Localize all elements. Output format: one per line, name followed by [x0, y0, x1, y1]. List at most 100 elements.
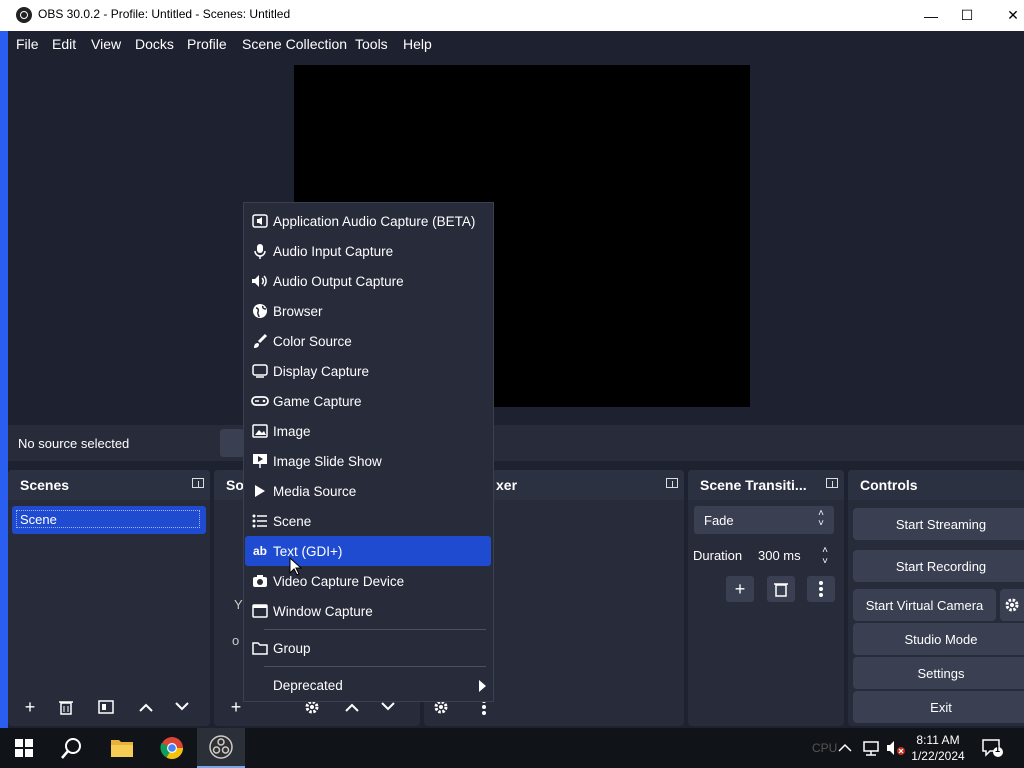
add-source-context-menu: Application Audio Capture (BETA) Audio I… [243, 202, 494, 702]
menu-scene-collection[interactable]: Scene Collection [242, 36, 347, 52]
gear-icon [1005, 598, 1019, 612]
menu-item-color-source[interactable]: Color Source [245, 326, 492, 356]
menu-separator [264, 666, 486, 667]
clock[interactable]: 8:11 AM 1/22/2024 [906, 732, 970, 768]
volume-muted-icon [887, 741, 905, 755]
volume-button[interactable] [886, 728, 906, 768]
submenu-arrow-icon [479, 679, 486, 695]
action-center-button[interactable]: 1 [982, 728, 1004, 768]
menu-item-image[interactable]: Image [245, 416, 492, 446]
menu-item-window-capture[interactable]: Window Capture [245, 596, 492, 626]
trash-icon [774, 583, 788, 597]
obs-taskbar-button[interactable] [197, 728, 245, 768]
sources-hint-text-2: o [232, 633, 240, 648]
start-streaming-button[interactable]: Start Streaming [853, 508, 1024, 540]
spin-arrows-icon[interactable]: ˄ ˅ [822, 545, 828, 567]
transition-select[interactable]: Fade ˄ ˅ [694, 506, 834, 534]
menu-bar: File Edit View Docks Profile Scene Colle… [8, 31, 1024, 57]
folder-icon [247, 633, 273, 663]
start-button[interactable] [0, 728, 48, 768]
slideshow-icon [247, 446, 273, 476]
menu-item-video-capture-device[interactable]: Video Capture Device [245, 566, 492, 596]
search-button[interactable] [48, 728, 96, 768]
mouse-cursor-icon [289, 557, 303, 576]
title-bar: OBS 30.0.2 - Profile: Untitled - Scenes:… [0, 0, 1024, 31]
exit-button[interactable]: Exit [853, 691, 1024, 723]
scene-filters-button[interactable] [92, 694, 120, 720]
windows-taskbar: CPU 8:11 AM 1/22/2024 1 [0, 728, 1024, 768]
chevron-up-icon [345, 703, 359, 712]
notification-count: 1 [995, 744, 1001, 754]
monitor-icon [247, 356, 273, 386]
image-icon [247, 416, 273, 446]
scene-list-item[interactable]: Scene [12, 506, 206, 534]
window-edge [0, 31, 8, 728]
show-hidden-icons-button[interactable] [838, 728, 852, 768]
brush-icon [247, 326, 273, 356]
menu-item-scene[interactable]: Scene [245, 506, 492, 536]
folder-icon [111, 740, 133, 757]
settings-button[interactable]: Settings [853, 657, 1024, 689]
updown-chevron-icon: ˄ ˅ [818, 508, 824, 529]
menu-item-application-audio-capture[interactable]: Application Audio Capture (BETA) [245, 206, 492, 236]
move-scene-up-button[interactable] [132, 694, 160, 720]
menu-edit[interactable]: Edit [52, 36, 76, 52]
mixer-title: xer [496, 477, 518, 493]
menu-file[interactable]: File [16, 36, 39, 52]
obs-logo-icon [209, 735, 233, 759]
menu-tools[interactable]: Tools [355, 36, 388, 52]
text-icon: ab [252, 544, 267, 558]
menu-help[interactable]: Help [403, 36, 432, 52]
add-scene-button[interactable]: + [16, 694, 44, 720]
duration-spinbox[interactable]: 300 ms ˄ ˅ [750, 542, 834, 570]
move-scene-down-button[interactable] [168, 694, 196, 720]
microphone-icon [247, 236, 273, 266]
chrome-button[interactable] [148, 728, 196, 768]
scene-transitions-panel: Scene Transiti... Fade ˄ ˅ Duration 300 m… [688, 470, 844, 726]
source-properties-button[interactable] [220, 429, 244, 457]
studio-mode-button[interactable]: Studio Mode [853, 623, 1024, 655]
start-recording-button[interactable]: Start Recording [853, 550, 1024, 582]
menu-item-deprecated[interactable]: Deprecated [245, 670, 492, 700]
trash-icon [59, 701, 73, 715]
menu-profile[interactable]: Profile [187, 36, 227, 52]
kebab-menu-icon [819, 581, 823, 597]
menu-item-display-capture[interactable]: Display Capture [245, 356, 492, 386]
duration-label: Duration [693, 548, 743, 563]
file-explorer-button[interactable] [98, 728, 146, 768]
start-virtual-camera-button[interactable]: Start Virtual Camera [853, 589, 996, 621]
clock-time: 8:11 AM [916, 733, 960, 747]
menu-docks[interactable]: Docks [135, 36, 174, 52]
remove-scene-button[interactable] [52, 694, 80, 720]
notification-icon [982, 739, 1003, 757]
virtual-camera-settings-button[interactable] [1000, 589, 1024, 621]
remove-transition-button[interactable] [767, 576, 795, 602]
add-transition-button[interactable]: + [726, 576, 754, 602]
network-button[interactable] [862, 728, 880, 768]
transition-select-value: Fade [704, 513, 734, 528]
menu-item-audio-input-capture[interactable]: Audio Input Capture [245, 236, 492, 266]
menu-separator [264, 629, 486, 630]
transition-menu-button[interactable] [807, 576, 835, 602]
scenes-panel: Scenes Scene + [8, 470, 210, 726]
maximize-button[interactable]: ☐ [944, 0, 990, 31]
menu-item-browser[interactable]: Browser [245, 296, 492, 326]
menu-item-group[interactable]: Group [245, 633, 492, 663]
menu-item-text-gdi[interactable]: ab Text (GDI+) [245, 536, 491, 566]
menu-item-game-capture[interactable]: Game Capture [245, 386, 492, 416]
window-icon [247, 596, 273, 626]
duration-value: 300 ms [758, 548, 801, 563]
undock-icon[interactable] [666, 478, 678, 488]
menu-item-audio-output-capture[interactable]: Audio Output Capture [245, 266, 492, 296]
transitions-title: Scene Transiti... [700, 477, 807, 493]
menu-item-image-slide-show[interactable]: Image Slide Show [245, 446, 492, 476]
filter-icon [98, 700, 114, 714]
window-title: OBS 30.0.2 - Profile: Untitled - Scenes:… [38, 7, 291, 21]
undock-icon[interactable] [192, 478, 204, 488]
clock-date: 1/22/2024 [911, 749, 965, 763]
scenes-title: Scenes [20, 477, 70, 493]
undock-icon[interactable] [826, 478, 838, 488]
close-button[interactable]: ✕ [990, 0, 1024, 31]
menu-view[interactable]: View [91, 36, 121, 52]
menu-item-media-source[interactable]: Media Source [245, 476, 492, 506]
